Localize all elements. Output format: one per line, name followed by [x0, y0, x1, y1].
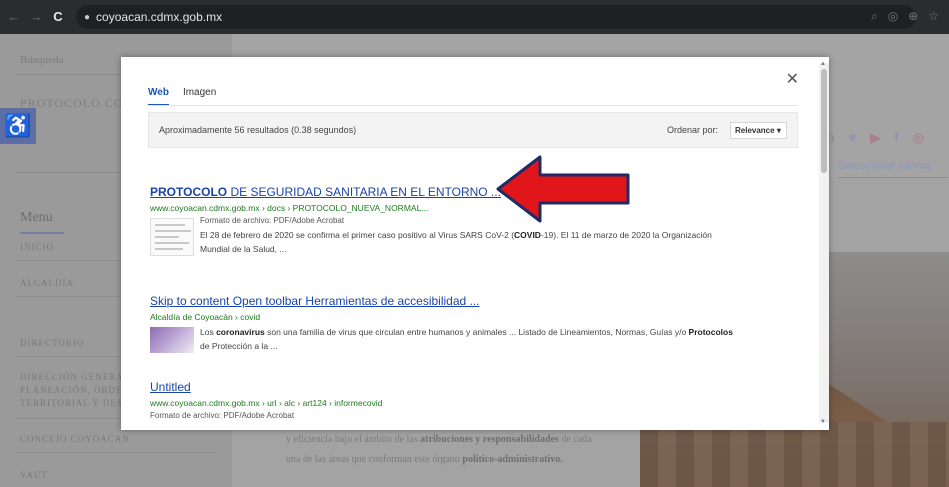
menu-item-directorio[interactable]: DIRECTORIO [20, 338, 84, 348]
youtube-icon[interactable]: ▶ [870, 130, 880, 146]
translate-icon[interactable]: ⊕ [908, 9, 918, 24]
instagram-icon[interactable]: ◎ [913, 130, 924, 146]
twitter-icon[interactable]: ♥ [849, 130, 857, 146]
back-icon[interactable]: ← [6, 9, 22, 25]
sort-dropdown[interactable]: Relevance ▾ [730, 122, 787, 139]
search-result: PROTOCOLO DE SEGURIDAD SANITARIA EN EL E… [150, 185, 800, 258]
kiosk-base [640, 422, 949, 487]
search-results-modal: ✕ Web Imagen Aproximadamente 56 resultad… [121, 57, 829, 430]
language-select[interactable]: Seleccionar idioma [838, 160, 931, 172]
result-tabs: Web Imagen [148, 87, 216, 106]
close-icon[interactable]: ✕ [786, 69, 799, 89]
accessibility-icon[interactable]: ♿ [0, 108, 36, 144]
menu-item-concejo[interactable]: CONCEJO COYOACAN [20, 434, 130, 444]
menu-item-direccion-3[interactable]: TERRITORIAL Y DESAR [20, 398, 137, 408]
result-url[interactable]: www.coyoacan.cdmx.gob.mx › url › alc › a… [150, 398, 800, 408]
scroll-up-icon[interactable]: ▲ [820, 61, 826, 67]
result-title-link[interactable]: PROTOCOLO DE SEGURIDAD SANITARIA EN EL E… [150, 185, 800, 199]
menu-separator [16, 452, 216, 453]
results-info-bar: Aproximadamente 56 resultados (0.38 segu… [148, 112, 798, 148]
zoom-icon[interactable]: ⌕ [871, 9, 878, 24]
body-text-line-2: una de las áreas que conforman este órga… [286, 454, 563, 465]
result-body: Formato de archivo: PDF/Adobe Acrobat [150, 411, 800, 430]
result-title-link[interactable]: Skip to content Open toolbar Herramienta… [150, 294, 800, 308]
tabs-divider [148, 105, 798, 106]
result-title-link[interactable]: Untitled [150, 380, 800, 394]
menu-item-vaut[interactable]: VAUT [20, 470, 48, 480]
forward-icon[interactable]: → [28, 9, 44, 25]
sort-label: Ordenar por: [667, 125, 719, 135]
search-label: Búsqueda [20, 54, 64, 66]
lock-icon: ● [84, 11, 91, 23]
menu-item-alcaldia[interactable]: ALCALDÍA [20, 278, 74, 288]
modal-scrollbar[interactable]: ▲ ▼ [819, 61, 829, 425]
tab-web[interactable]: Web [148, 87, 169, 106]
scroll-down-icon[interactable]: ▼ [820, 419, 826, 425]
result-body: Los coronavirus son una familia de virus… [150, 325, 800, 367]
search-result: Skip to content Open toolbar Herramienta… [150, 294, 800, 367]
menu-title: Menu [20, 210, 53, 225]
result-format: Formato de archivo: PDF/Adobe Acrobat [200, 216, 345, 225]
menu-item-inicio[interactable]: INICIO [20, 242, 54, 252]
facebook-icon[interactable]: f [894, 130, 898, 146]
result-snippet: Los coronavirus son una familia de virus… [200, 327, 733, 351]
reload-icon[interactable]: C [50, 9, 66, 25]
browser-toolbar: ← → C ● coyoacan.cdmx.gob.mx ⌕ ◎ ⊕ ☆ [0, 0, 949, 34]
result-thumbnail[interactable] [150, 327, 194, 353]
menu-item-direccion-2[interactable]: PLANEACIÓN, ORDENA [20, 385, 138, 395]
tracking-icon[interactable]: ◎ [888, 9, 898, 24]
result-snippet: El 28 de febrero de 2020 se confirma el … [200, 230, 712, 254]
search-result: Untitled www.coyoacan.cdmx.gob.mx › url … [150, 380, 800, 430]
annotation-arrow-icon [496, 155, 630, 223]
result-url[interactable]: Alcaldía de Coyoacán › covid [150, 312, 800, 322]
result-format: Formato de archivo: PDF/Adobe Acrobat [150, 411, 295, 420]
menu-title-underline [20, 232, 64, 234]
result-body: Formato de archivo: PDF/Adobe Acrobat El… [150, 216, 800, 258]
result-thumbnail[interactable] [150, 218, 194, 256]
language-underline [838, 177, 948, 178]
bookmark-star-icon[interactable]: ☆ [928, 9, 939, 24]
chevron-down-icon: ▾ [776, 126, 781, 135]
tab-imagen[interactable]: Imagen [183, 87, 216, 106]
social-links: in ♥ ▶ f ◎ [823, 130, 924, 146]
address-bar[interactable]: ● coyoacan.cdmx.gob.mx [76, 5, 916, 29]
result-url[interactable]: www.coyoacan.cdmx.gob.mx › docs › PROTOC… [150, 203, 800, 213]
result-count: Aproximadamente 56 resultados (0.38 segu… [159, 125, 357, 135]
body-text-line-1: y eficiencia bajo el ámbito de las atrib… [286, 434, 592, 445]
url-text[interactable]: coyoacan.cdmx.gob.mx [96, 10, 222, 24]
scrollbar-thumb[interactable] [821, 69, 827, 173]
